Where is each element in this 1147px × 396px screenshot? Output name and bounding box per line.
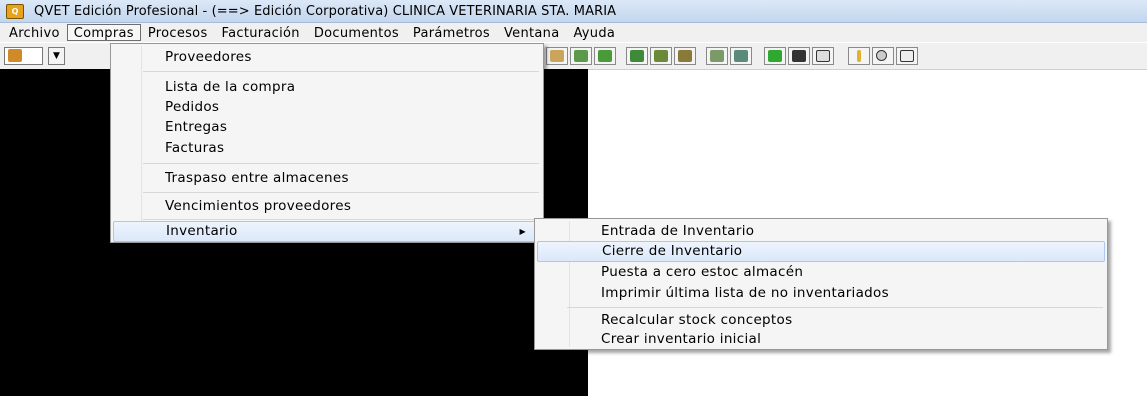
toolbar-button-11[interactable] (812, 47, 834, 65)
animal-icon (654, 50, 668, 62)
toolbar-button-6[interactable] (674, 47, 696, 65)
menu-item-entregas[interactable]: Entregas (113, 117, 541, 138)
menu-procesos[interactable]: Procesos (141, 24, 215, 41)
add-icon (768, 50, 782, 62)
menu-facturacion[interactable]: Facturación (215, 24, 307, 41)
chair-icon (792, 50, 806, 62)
toolbar-button-5[interactable] (650, 47, 672, 65)
arrow-up-icon (857, 50, 861, 62)
app-logo-icon: Q (6, 3, 24, 19)
document-icon (550, 50, 564, 62)
menu-separator (567, 307, 1103, 308)
menu-separator (143, 192, 539, 193)
window-icon (816, 50, 830, 62)
toolbar-button-3[interactable] (594, 47, 616, 65)
menu-separator (143, 163, 539, 164)
menu-item-imprimir-lista[interactable]: Imprimir última lista de no inventariado… (537, 283, 1105, 304)
chevron-down-icon: ▼ (53, 51, 60, 61)
menu-ventana[interactable]: Ventana (497, 24, 567, 41)
toolbar-app-combo[interactable] (4, 47, 43, 65)
pen-icon (598, 50, 612, 62)
menu-item-lista-compra[interactable]: Lista de la compra (113, 77, 541, 98)
toolbar-button-12[interactable] (848, 47, 870, 65)
tools-icon (710, 50, 724, 62)
menu-item-inventario-label: Inventario (166, 223, 238, 239)
book-icon (630, 50, 644, 62)
app-logo-icon (8, 49, 22, 62)
menu-ayuda[interactable]: Ayuda (566, 24, 622, 41)
toolbar-button-14[interactable] (896, 47, 918, 65)
menu-item-crear-inventario[interactable]: Crear inventario inicial (537, 329, 1105, 350)
menu-item-pedidos[interactable]: Pedidos (113, 97, 541, 118)
menu-item-entrada-inventario[interactable]: Entrada de Inventario (537, 221, 1105, 242)
menu-item-recalcular-stock[interactable]: Recalcular stock conceptos (537, 310, 1105, 331)
menu-parametros[interactable]: Parámetros (406, 24, 497, 41)
menu-bar: Archivo Compras Procesos Facturación Doc… (0, 23, 1147, 42)
menu-item-cierre-inventario[interactable]: Cierre de Inventario (537, 241, 1105, 262)
toolbar-button-13[interactable] (872, 47, 894, 65)
menu-separator (143, 71, 539, 72)
menu-item-traspaso[interactable]: Traspaso entre almacenes (113, 168, 541, 189)
animal-icon (734, 50, 748, 62)
animal-icon (678, 50, 692, 62)
inventario-submenu: Entrada de Inventario Cierre de Inventar… (534, 218, 1108, 350)
toolbar-button-4[interactable] (626, 47, 648, 65)
menu-item-inventario[interactable]: Inventario ▶ (113, 221, 541, 242)
toolbar-button-10[interactable] (788, 47, 810, 65)
window-title: QVET Edición Profesional - (==> Edición … (34, 3, 617, 19)
menu-documentos[interactable]: Documentos (307, 24, 406, 41)
menu-item-proveedores[interactable]: Proveedores (113, 47, 541, 68)
folder-icon (574, 50, 588, 62)
compras-dropdown-menu: Proveedores Lista de la compra Pedidos E… (110, 43, 544, 243)
menu-item-vencimientos[interactable]: Vencimientos proveedores (113, 196, 541, 217)
submenu-arrow-icon: ▶ (519, 227, 526, 236)
toolbar-button-2[interactable] (570, 47, 592, 65)
window-icon (900, 50, 914, 62)
menu-archivo[interactable]: Archivo (2, 24, 67, 41)
toolbar-button-8[interactable] (730, 47, 752, 65)
menu-compras[interactable]: Compras (66, 24, 141, 41)
search-icon (876, 50, 887, 61)
menu-item-puesta-cero[interactable]: Puesta a cero estoc almacén (537, 262, 1105, 283)
title-bar: Q QVET Edición Profesional - (==> Edició… (0, 0, 1147, 23)
menu-item-facturas[interactable]: Facturas (113, 138, 541, 159)
toolbar-button-9[interactable] (764, 47, 786, 65)
toolbar-button-7[interactable] (706, 47, 728, 65)
toolbar-dropdown-button[interactable]: ▼ (48, 47, 65, 65)
toolbar-button-1[interactable] (546, 47, 568, 65)
menu-separator (143, 219, 539, 220)
